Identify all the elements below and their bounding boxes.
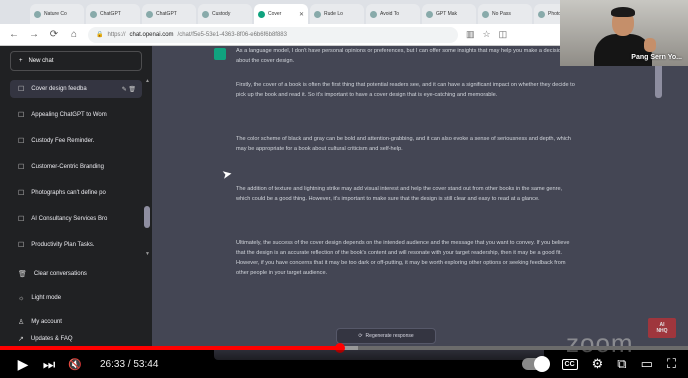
- forward-arrow-icon[interactable]: →: [28, 29, 40, 40]
- chat-bubble-icon: ☐: [18, 164, 25, 171]
- plus-icon: +: [19, 58, 23, 64]
- chatgpt-avatar-icon: [214, 48, 226, 60]
- sidebar-item-appealing-chatgpt[interactable]: ☐ Appealing ChatGPT to Wom: [10, 106, 142, 124]
- presenter-hair: [611, 7, 635, 17]
- captions-icon[interactable]: CC: [561, 358, 578, 370]
- mute-icon[interactable]: 🔇: [62, 358, 88, 371]
- chat-bubble-icon: ☐: [18, 190, 25, 197]
- autoplay-toggle[interactable]: [521, 356, 550, 372]
- webcam-overlay: Pang Sern Yo...: [560, 0, 688, 66]
- user-icon: ♙: [18, 319, 25, 326]
- sun-icon: ☼: [18, 294, 25, 302]
- sidebar-scrollbar[interactable]: [144, 206, 150, 228]
- scroll-up-icon[interactable]: ▲: [145, 78, 150, 84]
- scroll-down-icon[interactable]: ▼: [145, 251, 150, 257]
- browser-tab[interactable]: Rude Lo: [310, 4, 364, 24]
- play-icon[interactable]: ▶: [10, 356, 36, 373]
- video-controls: ▶ ⏭ 🔇 26:33 / 53:44 CC ⚙ ⧉ ▭ ⛶: [0, 350, 688, 378]
- browser-tab[interactable]: GPT Mak: [422, 4, 476, 24]
- clear-conversations-button[interactable]: 🗑 Clear conversations: [10, 265, 142, 283]
- tab-favicon-icon: [34, 10, 41, 18]
- chat-bubble-icon: ☐: [18, 242, 25, 249]
- browser-tab[interactable]: Custody: [198, 4, 252, 24]
- browser-tab[interactable]: ChatGPT: [142, 4, 196, 24]
- home-icon[interactable]: ⌂: [68, 29, 80, 40]
- theater-mode-icon[interactable]: ▭: [641, 356, 653, 372]
- light-mode-button[interactable]: ☼ Light mode: [10, 289, 142, 307]
- back-arrow-icon[interactable]: ←: [8, 29, 20, 40]
- tab-favicon-icon: [90, 10, 97, 18]
- chat-sidebar: + New chat ☐ Cover design feedba ✎ 🗑 ☐ Appea…: [0, 46, 152, 346]
- browser-tab-active[interactable]: Cover ✕: [254, 4, 308, 24]
- external-link-icon: ↗: [18, 336, 24, 343]
- lock-icon: 🔒: [96, 32, 104, 38]
- bookmark-star-icon[interactable]: ☆: [483, 29, 491, 40]
- tab-favicon-icon: [370, 10, 377, 18]
- refresh-icon[interactable]: ⟳: [48, 29, 60, 40]
- participant-name: Pang Sern Yo...: [631, 54, 682, 61]
- sidebar-item-productivity[interactable]: ☐ Productivity Plan Tasks.: [10, 236, 142, 254]
- new-chat-button[interactable]: + New chat: [10, 51, 142, 71]
- regenerate-response-button[interactable]: ⟳ Regenerate response: [336, 328, 436, 344]
- tab-favicon-icon: [202, 10, 209, 18]
- tab-favicon-icon: [314, 10, 321, 18]
- browser-tab[interactable]: Nature Co: [30, 4, 84, 24]
- sidebar-item-photographs[interactable]: ☐ Photographs can't define po: [10, 184, 142, 202]
- assistant-message-paragraph: Ultimately, the success of the cover des…: [236, 240, 570, 276]
- tab-favicon-icon: [538, 10, 545, 18]
- browser-tab[interactable]: ChatGPT: [86, 4, 140, 24]
- chat-main: As a language model, I don't have person…: [152, 46, 688, 360]
- mouse-cursor-icon: ➤: [220, 166, 234, 182]
- my-account-button[interactable]: ♙ My account: [10, 313, 142, 331]
- channel-logo: AI NHQ: [648, 318, 676, 338]
- chat-bubble-icon: ☐: [18, 112, 25, 119]
- reader-view-icon[interactable]: ▥: [466, 29, 475, 40]
- tab-favicon-icon: [426, 10, 433, 18]
- next-icon[interactable]: ⏭: [36, 356, 62, 373]
- assistant-message-paragraph: Firstly, the cover of a book is often th…: [236, 82, 575, 98]
- trash-icon: 🗑: [18, 271, 27, 278]
- time-display: 26:33 / 53:44: [100, 358, 159, 370]
- settings-gear-icon[interactable]: ⚙: [592, 356, 604, 372]
- browser-tab[interactable]: No Pass: [478, 4, 532, 24]
- refresh-icon: ⟳: [358, 333, 363, 339]
- close-tab-icon[interactable]: ✕: [299, 11, 304, 18]
- tab-favicon-icon: [146, 10, 153, 18]
- assistant-message-paragraph: As a language model, I don't have person…: [236, 48, 565, 64]
- chat-bubble-icon: ☐: [18, 86, 25, 93]
- presenter-hand: [644, 38, 656, 52]
- browser-tab[interactable]: Avoid To: [366, 4, 420, 24]
- updates-faq-link[interactable]: ↗ Updates & FAQ: [10, 334, 142, 344]
- sidebar-item-ai-consultancy[interactable]: ☐ AI Consultancy Services Bro: [10, 210, 142, 228]
- chat-bubble-icon: ☐: [18, 138, 25, 145]
- tab-favicon-icon: [482, 10, 489, 18]
- miniplayer-icon[interactable]: ⧉: [617, 356, 626, 372]
- pocket-icon[interactable]: ◫: [499, 29, 508, 40]
- assistant-message-paragraph: The addition of texture and lightning st…: [236, 186, 563, 202]
- fullscreen-icon[interactable]: ⛶: [667, 356, 676, 372]
- sidebar-item-cover-design[interactable]: ☐ Cover design feedba ✎ 🗑: [10, 80, 142, 98]
- chat-bubble-icon: ☐: [18, 216, 25, 223]
- sidebar-item-customer-centric[interactable]: ☐ Customer-Centric Branding: [10, 158, 142, 176]
- assistant-message-paragraph: The color scheme of black and gray can b…: [236, 136, 571, 152]
- edit-delete-icons[interactable]: ✎ 🗑: [122, 86, 142, 93]
- presenter-body: [594, 34, 652, 66]
- address-bar[interactable]: 🔒 https://chat.openai.com/chat/f5e5-53e1…: [88, 26, 458, 43]
- tab-favicon-icon: [258, 10, 265, 18]
- sidebar-item-custody-fee[interactable]: ☐ Custody Fee Reminder.: [10, 132, 142, 150]
